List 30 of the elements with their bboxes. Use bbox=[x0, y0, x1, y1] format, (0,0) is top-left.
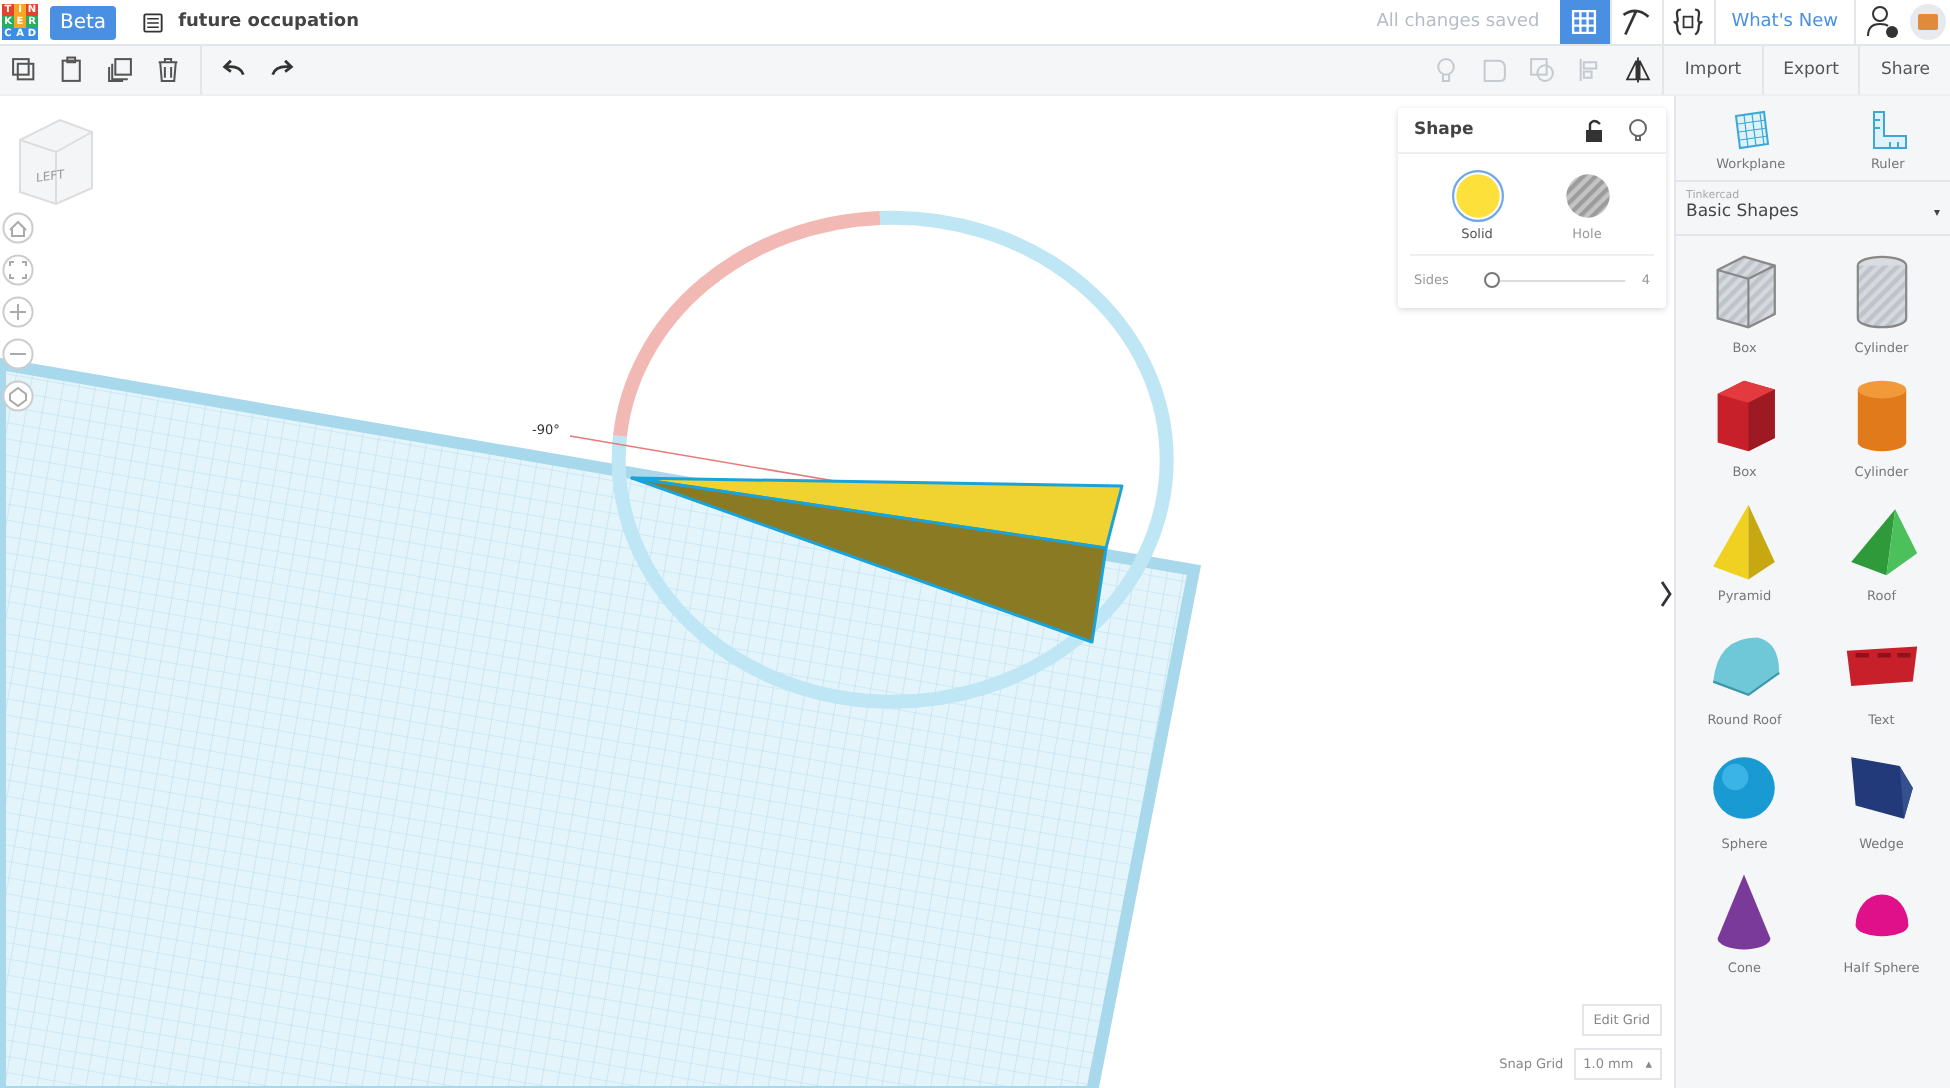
rotation-ring[interactable] bbox=[611, 211, 1174, 709]
inspector-title: Shape bbox=[1414, 120, 1476, 140]
add-user-icon[interactable] bbox=[1863, 4, 1899, 40]
lock-icon[interactable] bbox=[1582, 118, 1606, 142]
mirror-icon[interactable] bbox=[1624, 56, 1653, 84]
paste-icon[interactable] bbox=[58, 56, 86, 84]
perspective-icon[interactable] bbox=[2, 380, 34, 412]
hole-swatch-icon bbox=[1561, 170, 1613, 222]
copy-icon[interactable] bbox=[10, 56, 38, 84]
zoom-in-icon[interactable] bbox=[2, 296, 34, 328]
zoom-out-icon[interactable] bbox=[2, 338, 34, 370]
duplicate-icon[interactable] bbox=[106, 56, 134, 84]
trash-icon[interactable] bbox=[154, 56, 182, 84]
slider-thumb[interactable] bbox=[1483, 272, 1500, 288]
save-status: All changes saved bbox=[1376, 12, 1540, 32]
wedge-shape[interactable] bbox=[630, 476, 1124, 644]
whats-new-link[interactable]: What's New bbox=[1713, 0, 1854, 44]
pickaxe-icon[interactable] bbox=[1620, 6, 1653, 38]
home-icon[interactable] bbox=[2, 212, 34, 244]
solid-swatch-icon bbox=[1451, 170, 1503, 222]
collapse-chevron-icon[interactable] bbox=[1658, 580, 1674, 608]
list-icon[interactable] bbox=[140, 9, 167, 35]
avatar-icon[interactable] bbox=[1910, 4, 1946, 40]
lightbulb-icon[interactable] bbox=[1626, 118, 1650, 142]
beta-badge: Beta bbox=[50, 5, 117, 39]
design-title[interactable]: future occupation bbox=[178, 12, 360, 32]
fit-view-icon[interactable] bbox=[2, 254, 34, 286]
workplane-grid[interactable] bbox=[0, 356, 1202, 1088]
grid-icon[interactable] bbox=[1570, 8, 1599, 36]
code-braces-icon[interactable] bbox=[1672, 6, 1705, 38]
